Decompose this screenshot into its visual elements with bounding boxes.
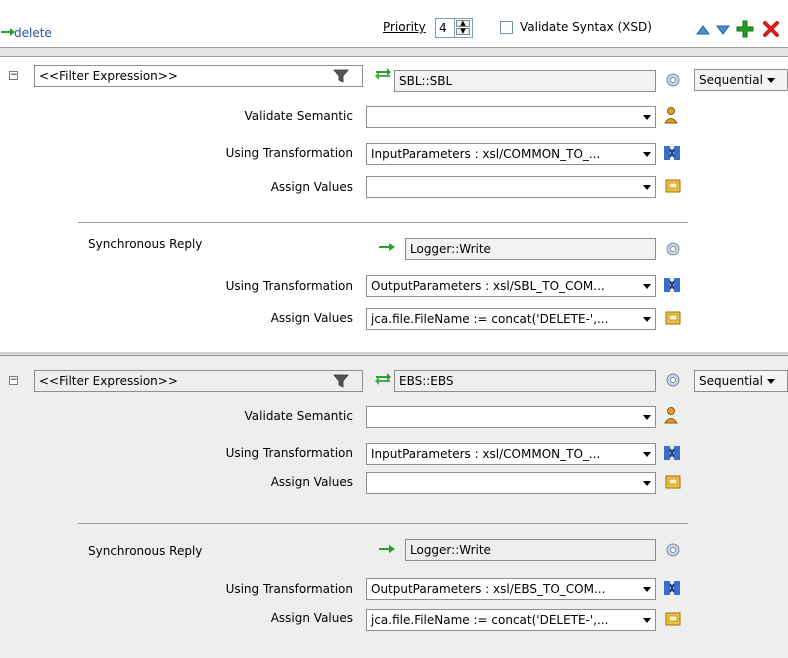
reply-using-transformation-label: Using Transformation — [225, 582, 353, 596]
reply-divider — [78, 222, 688, 223]
assign-values-label: Assign Values — [270, 180, 353, 194]
validate-semantic-label: Validate Semantic — [244, 109, 353, 123]
add-icon[interactable] — [736, 20, 754, 38]
reply-assign-values-label: Assign Values — [270, 611, 353, 625]
gear-icon[interactable] — [665, 542, 681, 558]
assign-values-select[interactable] — [366, 176, 656, 198]
assign-values-icon[interactable] — [665, 178, 681, 194]
validate-semantic-select[interactable] — [366, 106, 656, 128]
reply-assign-values-select[interactable]: jca.file.FileName := concat('DELETE-',..… — [366, 609, 656, 631]
person-icon[interactable] — [663, 406, 679, 424]
delete-link[interactable]: delete — [14, 26, 52, 40]
move-down-icon[interactable] — [716, 24, 730, 36]
panel-separator — [0, 48, 788, 56]
reply-divider — [78, 523, 688, 524]
assign-values-icon[interactable] — [665, 611, 681, 627]
collapse-icon[interactable]: − — [9, 71, 18, 80]
reply-using-transformation-label: Using Transformation — [225, 279, 353, 293]
filter-icon[interactable] — [333, 373, 349, 389]
using-transformation-label: Using Transformation — [225, 146, 353, 160]
spin-down-icon[interactable]: ▼ — [456, 28, 470, 35]
person-icon[interactable] — [663, 106, 679, 124]
reply-target-field[interactable]: Logger::Write — [405, 238, 656, 260]
reply-target-field[interactable]: Logger::Write — [405, 539, 656, 561]
validate-syntax-checkbox[interactable] — [500, 21, 513, 34]
reply-assign-values-label: Assign Values — [270, 311, 353, 325]
validate-semantic-label: Validate Semantic — [244, 409, 353, 423]
transformation-select[interactable]: InputParameters : xsl/COMMON_TO_... — [366, 143, 656, 165]
priority-label: Priority — [383, 20, 426, 34]
validate-semantic-select[interactable] — [366, 406, 656, 428]
reply-transformation-select[interactable]: OutputParameters : xsl/EBS_TO_COM... — [366, 578, 656, 600]
validate-syntax-label: Validate Syntax (XSD) — [520, 20, 652, 34]
reply-transformation-select[interactable]: OutputParameters : xsl/SBL_TO_COM... — [366, 275, 656, 297]
gear-icon[interactable] — [665, 241, 681, 257]
spin-up-icon[interactable]: ▲ — [456, 20, 470, 27]
transform-map-icon[interactable] — [663, 579, 681, 597]
sync-arrows-icon — [375, 68, 391, 80]
green-arrow-icon — [379, 545, 395, 553]
assign-values-label: Assign Values — [270, 475, 353, 489]
collapse-icon[interactable]: − — [9, 376, 18, 385]
transformation-select[interactable]: InputParameters : xsl/COMMON_TO_... — [366, 443, 656, 465]
transform-map-icon[interactable] — [663, 444, 681, 462]
target-service-field[interactable]: EBS::EBS — [394, 370, 656, 392]
move-up-icon[interactable] — [696, 24, 710, 36]
filter-expression-field[interactable]: <<Filter Expression>> — [34, 370, 363, 392]
transform-map-icon[interactable] — [663, 144, 681, 162]
using-transformation-label: Using Transformation — [225, 446, 353, 460]
target-service-field[interactable]: SBL::SBL — [394, 70, 656, 92]
gear-icon[interactable] — [665, 72, 681, 88]
assign-values-select[interactable] — [366, 472, 656, 494]
filter-expression-field[interactable]: <<Filter Expression>> — [34, 65, 363, 87]
execution-type-select[interactable]: Sequential — [694, 370, 788, 392]
sync-arrows-icon — [375, 373, 391, 385]
priority-spin-buttons[interactable]: ▲ ▼ — [454, 19, 473, 37]
priority-value[interactable]: 4 — [439, 21, 447, 35]
execution-type-select[interactable]: Sequential — [694, 69, 788, 91]
transform-map-icon[interactable] — [663, 276, 681, 294]
gear-icon[interactable] — [665, 372, 681, 388]
delete-icon[interactable] — [762, 20, 780, 38]
green-arrow-icon — [379, 243, 395, 251]
assign-values-icon[interactable] — [665, 474, 681, 490]
synchronous-reply-label: Synchronous Reply — [88, 544, 203, 558]
filter-icon[interactable] — [333, 68, 349, 84]
reply-assign-values-select[interactable]: jca.file.FileName := concat('DELETE-',..… — [366, 308, 656, 330]
assign-values-icon[interactable] — [665, 310, 681, 326]
synchronous-reply-label: Synchronous Reply — [88, 237, 203, 251]
